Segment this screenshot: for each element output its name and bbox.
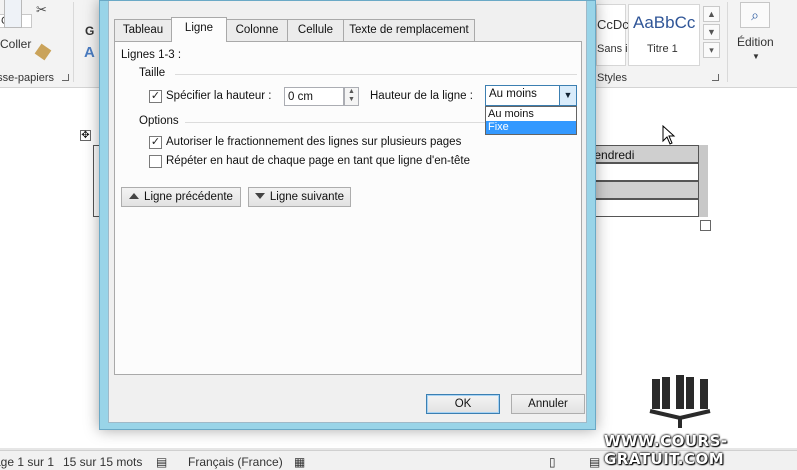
table-cell[interactable] bbox=[586, 181, 699, 199]
chevron-down-icon[interactable]: ▼ bbox=[559, 86, 576, 105]
tab-ligne[interactable]: Ligne bbox=[171, 17, 227, 42]
group-separator bbox=[727, 2, 728, 82]
language-label[interactable]: Français (France) bbox=[188, 455, 283, 469]
table-column-shade bbox=[699, 145, 708, 217]
spin-down-icon[interactable]: ▼ bbox=[345, 96, 358, 104]
previous-row-label: Ligne précédente bbox=[144, 191, 233, 203]
bold-button[interactable]: G bbox=[85, 24, 94, 38]
styles-launcher-icon[interactable] bbox=[712, 74, 719, 81]
cut-icon[interactable]: ✂ bbox=[36, 2, 47, 18]
table-header-cell[interactable]: Vendredi bbox=[586, 145, 699, 163]
spin-up-icon[interactable]: ▲ bbox=[345, 88, 358, 96]
chevron-down-icon[interactable]: ▼ bbox=[752, 52, 760, 61]
table-properties-dialog[interactable]: Tableau Ligne Colonne Cellule Texte de r… bbox=[99, 0, 676, 430]
mouse-cursor-icon bbox=[662, 125, 676, 145]
styles-scroll-down-icon[interactable]: ▼ bbox=[703, 24, 720, 40]
repeat-header-label: Répéter en haut de chaque page en tant q… bbox=[166, 155, 470, 167]
paste-icon[interactable] bbox=[4, 0, 22, 28]
size-section-label: Taille bbox=[139, 67, 166, 79]
dialog-launcher-icon[interactable] bbox=[62, 74, 69, 81]
search-icon[interactable]: ⌕ bbox=[740, 2, 770, 28]
style-normal[interactable]: CcDc Sans int... bbox=[596, 4, 646, 66]
previous-row-button[interactable]: Ligne précédente bbox=[121, 187, 241, 207]
height-spinner[interactable]: ▲ ▼ bbox=[344, 87, 359, 106]
allow-break-label: Autoriser le fractionnement des lignes s… bbox=[166, 136, 462, 148]
options-section-label: Options bbox=[139, 115, 179, 127]
dialog-body: Tableau Ligne Colonne Cellule Texte de r… bbox=[108, 1, 676, 423]
clipboard-group-label: Presse-papiers bbox=[0, 72, 54, 84]
watermark-text: WWW.COURS-GRATUIT.COM bbox=[604, 432, 728, 468]
tab-texte-remplacement[interactable]: Texte de remplacement bbox=[343, 19, 475, 41]
page-count[interactable]: Page 1 sur 1 bbox=[0, 455, 54, 469]
row-height-selected-value: Au moins bbox=[489, 88, 537, 100]
specify-height-label: Spécifier la hauteur : bbox=[166, 90, 272, 102]
row-height-dropdown-list[interactable]: Au moins Fixe bbox=[485, 106, 577, 135]
table-cell[interactable] bbox=[586, 199, 699, 217]
row-height-option-fixe[interactable]: Fixe bbox=[486, 121, 576, 134]
tab-tableau[interactable]: Tableau bbox=[114, 19, 172, 41]
style-title1[interactable]: AaBbCc Titre 1 bbox=[628, 4, 700, 66]
tab-cellule[interactable]: Cellule bbox=[287, 19, 344, 41]
arrow-down-icon bbox=[254, 193, 265, 199]
specify-height-checkbox[interactable]: ✓ bbox=[149, 90, 162, 103]
style-title1-preview: AaBbCc bbox=[633, 13, 696, 32]
edition-button[interactable]: Édition bbox=[737, 35, 774, 49]
proofing-icon[interactable]: ▤ bbox=[156, 455, 167, 469]
style-title1-name: Titre 1 bbox=[647, 43, 678, 55]
row-height-label: Hauteur de la ligne : bbox=[370, 90, 473, 102]
group-separator bbox=[73, 2, 74, 82]
row-height-select[interactable]: Au moins ▼ bbox=[485, 85, 577, 106]
styles-group-label: Styles bbox=[597, 72, 627, 84]
cancel-button[interactable]: Annuler bbox=[511, 394, 585, 414]
tab-colonne[interactable]: Colonne bbox=[226, 19, 288, 41]
text-effects-button[interactable]: A bbox=[84, 44, 95, 61]
next-row-button[interactable]: Ligne suivante bbox=[248, 187, 351, 207]
style-normal-preview: CcDc bbox=[597, 17, 629, 32]
ok-button[interactable]: OK bbox=[426, 394, 500, 414]
allow-break-checkbox[interactable]: ✓ bbox=[149, 136, 162, 149]
word-count[interactable]: 15 sur 15 mots bbox=[63, 455, 142, 469]
macro-icon[interactable]: ▦ bbox=[294, 455, 305, 469]
height-input[interactable] bbox=[284, 87, 344, 106]
format-painter-icon[interactable] bbox=[34, 43, 52, 61]
next-row-label: Ligne suivante bbox=[269, 191, 345, 203]
paste-button-label[interactable]: Coller bbox=[0, 37, 31, 51]
styles-scroll-up-icon[interactable]: ▲ bbox=[703, 6, 720, 22]
arrow-up-icon bbox=[129, 193, 140, 199]
size-section-divider bbox=[175, 74, 577, 75]
repeat-header-checkbox[interactable] bbox=[149, 155, 162, 168]
table-cell[interactable] bbox=[586, 163, 699, 181]
read-mode-icon[interactable]: ▯ bbox=[549, 455, 556, 469]
watermark: WWW.COURS-GRATUIT.COM bbox=[596, 370, 796, 468]
rows-title: Lignes 1-3 : bbox=[121, 49, 182, 61]
row-height-option-au-moins[interactable]: Au moins bbox=[486, 108, 576, 121]
table-move-handle-icon[interactable]: ✥ bbox=[80, 130, 91, 141]
styles-more-icon[interactable]: ▾ bbox=[703, 42, 720, 58]
table-resize-handle-icon[interactable] bbox=[700, 220, 711, 231]
